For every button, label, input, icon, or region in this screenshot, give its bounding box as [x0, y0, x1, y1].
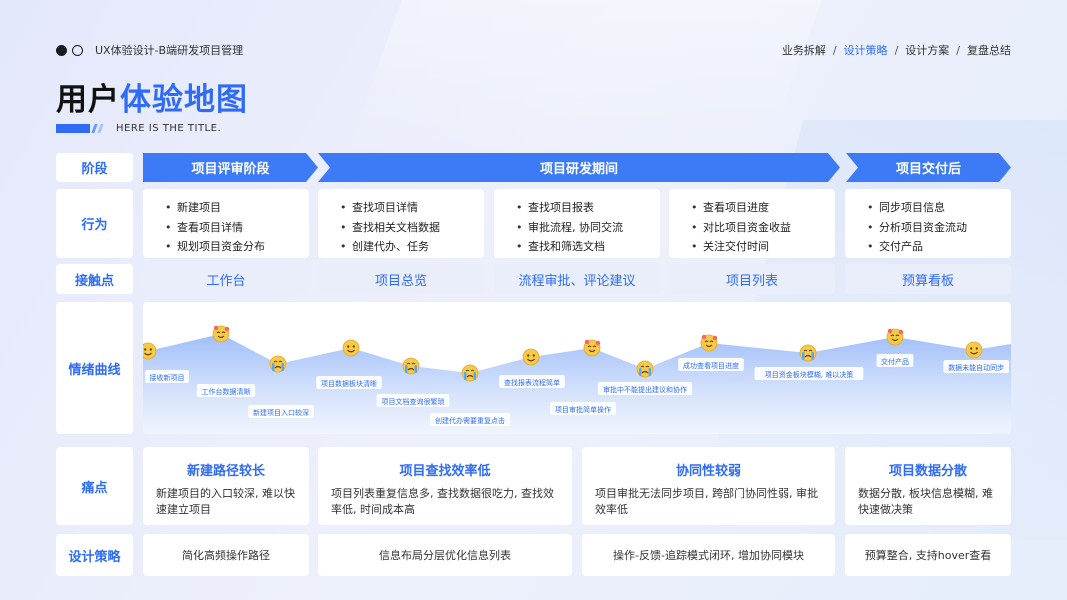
page-title-part1: 用户: [56, 82, 120, 118]
emotion-label: 项目审批简单操作: [555, 405, 611, 414]
behavior-item: 查看项目进度: [691, 198, 835, 218]
stage-development: 项目研发期间: [318, 153, 840, 182]
nav-item-active[interactable]: 设计策略: [844, 42, 888, 58]
pain-card: 项目数据分散 数据分散, 板块信息模糊, 难快速做决策: [845, 447, 1011, 525]
pain-desc: 数据分散, 板块信息模糊, 难快速做决策: [858, 487, 993, 516]
dot-ring-icon: [72, 44, 83, 56]
emotion-curve-area: [143, 334, 1011, 434]
behavior-card: 查看项目进度 对比项目资金收益 关注交付时间: [669, 189, 835, 258]
row-label-strategy: 设计策略: [56, 534, 133, 576]
behavior-item: 对比项目资金收益: [691, 218, 835, 238]
behavior-item: 交付产品: [867, 237, 1011, 257]
emotion-neutral-icon: [522, 348, 540, 366]
emotion-happy-icon: [700, 334, 718, 352]
brand-text: UX体验设计-B端研发项目管理: [95, 44, 244, 57]
emotion-happy-icon: [886, 328, 904, 346]
emotion-happy-icon: [583, 339, 601, 357]
emotion-label: 查找报表流程简单: [504, 378, 560, 387]
emotion-label: 接收新项目: [150, 373, 185, 382]
nav-separator: /: [894, 43, 899, 57]
page-subtitle: HERE IS THE TITLE.: [116, 123, 222, 134]
behavior-item: 查找相关文档数据: [340, 218, 484, 238]
emotion-curve-panel: 接收新项目工作台数据清晰新建项目入口较深 项目数据板块清晰 项目文档查询很繁琐创建代…: [143, 302, 1011, 434]
emotion-sad-icon: [799, 344, 817, 362]
emotion-label: 项目数据板块清晰: [321, 379, 377, 388]
top-nav: 业务拆解 / 设计策略 / 设计方案 / 复盘总结: [782, 42, 1011, 58]
nav-separator: /: [956, 43, 960, 57]
pain-card: 协同性较弱 项目审批无法同步项目, 跨部门协同性弱, 审批效率低: [582, 447, 835, 525]
emotion-neutral-icon: [143, 342, 157, 360]
behavior-card: 同步项目信息 分析项目资金流动 交付产品: [845, 189, 1011, 258]
behavior-item: 分析项目资金流动: [867, 218, 1011, 238]
brand: UX体验设计-B端研发项目管理: [56, 42, 243, 58]
touchpoint-card: 工作台: [143, 264, 309, 294]
behavior-item: 规划项目资金分布: [165, 237, 309, 257]
strategy-card: 简化高频操作路径: [143, 534, 309, 576]
touchpoint-card: 预算看板: [845, 264, 1011, 294]
stage-delivery: 项目交付后: [846, 153, 1011, 182]
behavior-item: 查找项目报表: [516, 198, 660, 218]
touchpoint-card: 项目总览: [318, 264, 484, 294]
stage-review: 项目评审阶段: [143, 153, 318, 182]
nav-item[interactable]: 业务拆解: [782, 42, 826, 58]
pain-desc: 项目审批无法同步项目, 跨部门协同性弱, 审批效率低: [595, 487, 818, 516]
emotion-neutral-icon: [965, 341, 983, 359]
behavior-item: 创建代办、任务: [340, 237, 484, 257]
row-label-emotion: 情绪曲线: [56, 302, 133, 434]
row-label-stage: 阶段: [56, 153, 133, 182]
behavior-card: 查找项目报表 审批流程, 协同交流 查找和筛选文档: [494, 189, 660, 258]
pain-desc: 新建项目的入口较深, 难以快速建立项目: [156, 487, 295, 516]
row-label-touchpoint: 接触点: [56, 264, 133, 294]
page-title-part2: 体验地图: [120, 82, 248, 118]
behavior-item: 查找和筛选文档: [516, 237, 660, 257]
emotion-label: 审批中不能提出建议和协作: [603, 385, 687, 394]
strategy-card: 信息布局分层优化信息列表: [318, 534, 572, 576]
behavior-item: 新建项目: [165, 198, 309, 218]
touchpoint-card: 项目列表: [669, 264, 835, 294]
behavior-card: 新建项目 查看项目详情 规划项目资金分布: [143, 189, 309, 258]
emotion-sad-icon: [269, 355, 287, 373]
pain-card: 新建路径较长 新建项目的入口较深, 难以快速建立项目: [143, 447, 309, 525]
strategy-card: 操作-反馈-追踪模式闭环, 增加协同模块: [582, 534, 835, 576]
title-underline: HERE IS THE TITLE.: [56, 123, 221, 134]
row-label-behavior: 行为: [56, 189, 133, 258]
emotion-label: 创建代办需要重复点击: [435, 416, 505, 425]
emotion-sad-icon: [461, 364, 479, 382]
emotion-sad-icon: [636, 360, 654, 378]
page-title: 用户体验地图: [56, 74, 248, 119]
behavior-card: 查找项目详情 查找相关文档数据 创建代办、任务: [318, 189, 484, 258]
pain-title: 协同性较弱: [675, 464, 741, 479]
emotion-sad-icon: [402, 357, 420, 375]
pain-desc: 项目列表重复信息多, 查找数据很吃力, 查找效率低, 时间成本高: [331, 487, 554, 516]
dot-filled-icon: [56, 44, 67, 56]
behavior-item: 关注交付时间: [691, 237, 835, 257]
emotion-curve-chart: 接收新项目工作台数据清晰新建项目入口较深 项目数据板块清晰项目文档查询很繁琐创建代…: [143, 325, 1011, 434]
behavior-item: 查看项目详情: [165, 218, 309, 238]
behavior-item: 同步项目信息: [867, 198, 1011, 218]
behavior-item: 查找项目详情: [340, 198, 484, 218]
strategy-card: 预算整合, 支持hover查看: [845, 534, 1011, 576]
pain-card: 项目查找效率低 项目列表重复信息多, 查找数据很吃力, 查找效率低, 时间成本高: [318, 447, 572, 525]
pain-title: 项目查找效率低: [399, 464, 491, 479]
nav-item[interactable]: 设计方案: [905, 42, 949, 58]
nav-separator: /: [832, 43, 837, 57]
emotion-label: 工作台数据清晰: [202, 387, 251, 396]
emotion-label: 成功查看项目进度: [683, 361, 739, 370]
underline-stripe: [97, 124, 104, 133]
emotion-happy-icon: [212, 325, 230, 343]
row-label-pain: 痛点: [56, 447, 133, 525]
emotion-label: 项目资金板块模糊, 难以决策: [765, 370, 853, 379]
underline-bar: [56, 124, 90, 133]
touchpoint-card: 流程审批、评论建议: [494, 264, 660, 294]
emotion-label: 项目文档查询很繁琐: [382, 397, 445, 406]
pain-title: 项目数据分散: [888, 464, 967, 479]
emotion-label: 新建项目入口较深: [253, 408, 309, 417]
background-shape: [343, 0, 837, 160]
emotion-label: 交付产品: [881, 357, 909, 366]
emotion-label: 数据未能自动同步: [948, 363, 1004, 372]
emotion-neutral-icon: [342, 339, 360, 357]
nav-item[interactable]: 复盘总结: [967, 42, 1011, 58]
pain-title: 新建路径较长: [186, 464, 265, 479]
behavior-item: 审批流程, 协同交流: [516, 218, 660, 238]
